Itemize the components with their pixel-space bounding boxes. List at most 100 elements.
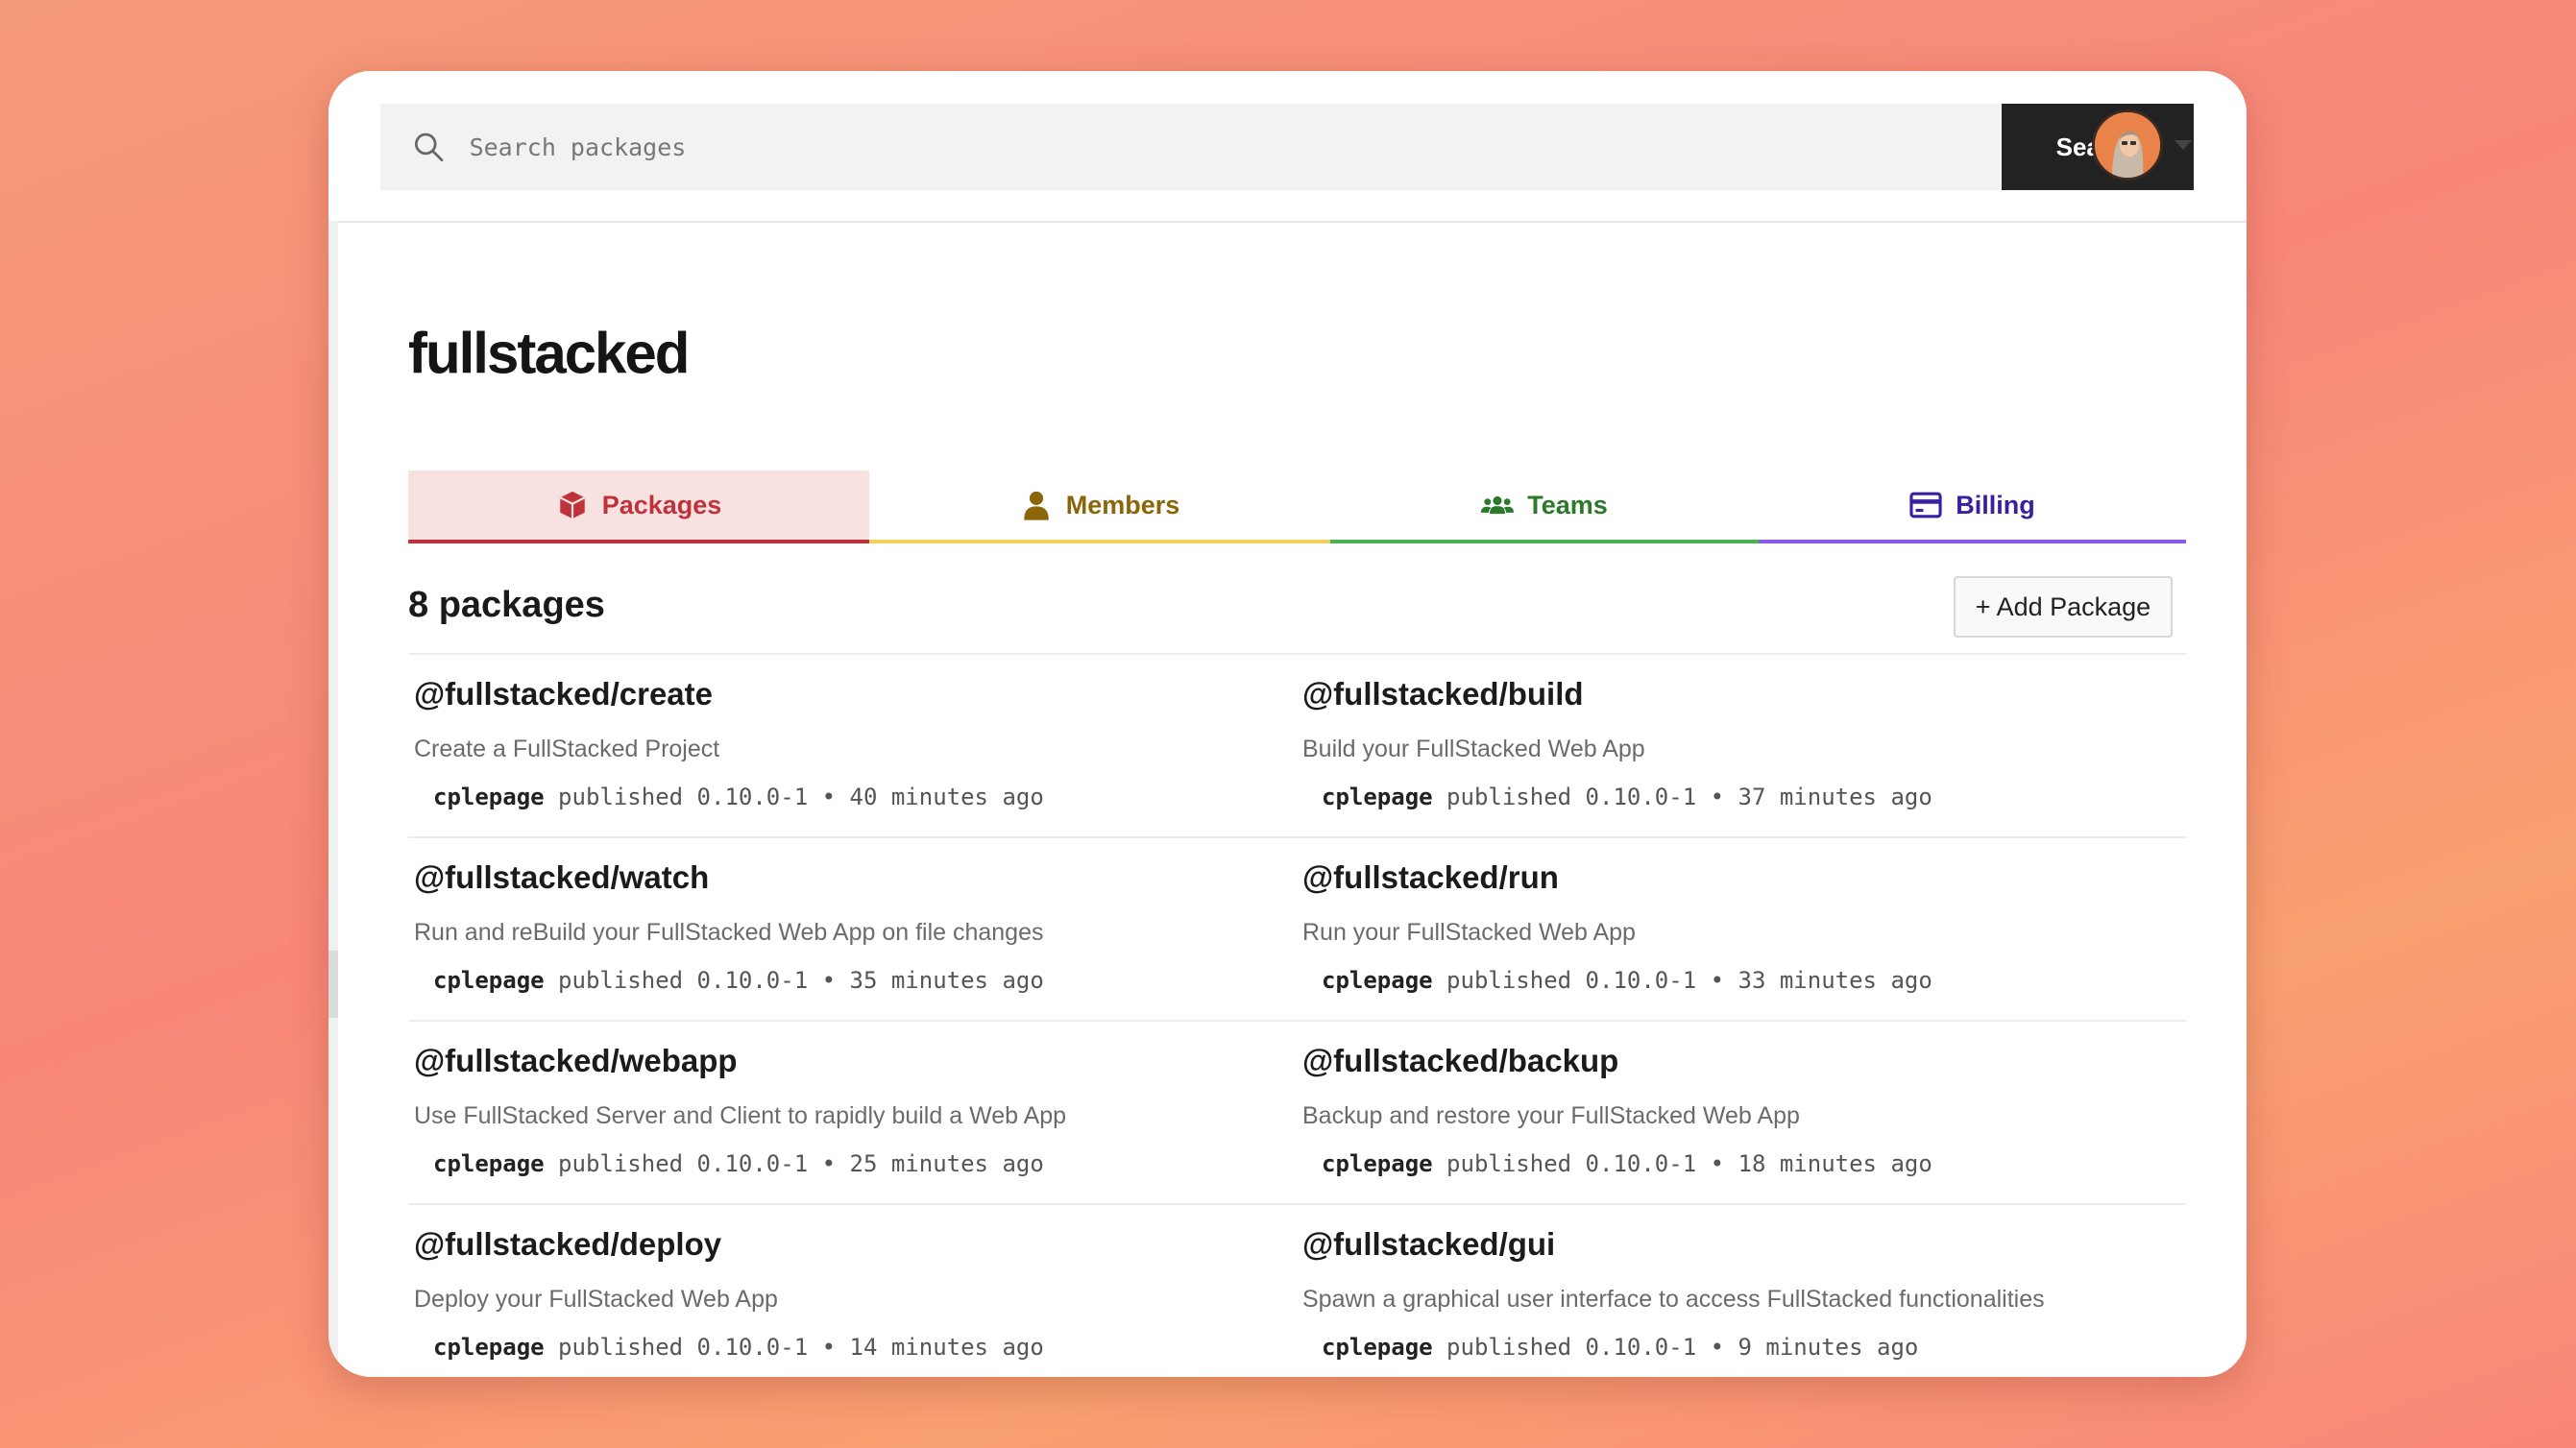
- package-version: 0.10.0-1: [696, 784, 809, 810]
- package-description: Create a FullStacked Project: [414, 736, 720, 762]
- box-icon: [559, 491, 585, 519]
- package-row: @fullstacked/create Create a FullStacked…: [408, 655, 2186, 838]
- search-icon: [414, 133, 444, 162]
- tab-members[interactable]: Members: [869, 471, 1330, 543]
- package-name[interactable]: @fullstacked/create: [414, 676, 713, 712]
- package-author: cplepage: [1322, 967, 1433, 994]
- package-action: published: [558, 1334, 684, 1361]
- user-menu[interactable]: [2092, 109, 2192, 181]
- package-meta: cplepage published 0.10.0-1 • 18 minutes…: [1322, 1150, 1932, 1177]
- package-meta: cplepage published 0.10.0-1 • 37 minutes…: [1322, 784, 1932, 810]
- package-name[interactable]: @fullstacked/deploy: [414, 1226, 721, 1263]
- package-time: 18 minutes ago: [1738, 1150, 1932, 1177]
- credit-card-icon: [1909, 492, 1942, 519]
- meta-separator: •: [821, 1334, 837, 1361]
- scrollbar-thumb[interactable]: [328, 951, 338, 1018]
- package-version: 0.10.0-1: [1585, 967, 1697, 994]
- package-action: published: [1446, 1150, 1572, 1177]
- package-time: 14 minutes ago: [849, 1334, 1044, 1361]
- package-action: published: [558, 784, 684, 810]
- package-author: cplepage: [1322, 1334, 1433, 1361]
- package-author: cplepage: [433, 1334, 545, 1361]
- package-name[interactable]: @fullstacked/gui: [1302, 1226, 1555, 1263]
- avatar[interactable]: [2092, 109, 2163, 181]
- package-time: 33 minutes ago: [1738, 967, 1932, 994]
- package-action: published: [558, 967, 684, 994]
- package-version: 0.10.0-1: [696, 967, 809, 994]
- package-card[interactable]: @fullstacked/backup Backup and restore y…: [1297, 1022, 2185, 1203]
- search-bar: Search: [380, 104, 2194, 190]
- meta-separator: •: [821, 784, 837, 810]
- page-title: fullstacked: [408, 321, 690, 386]
- package-name[interactable]: @fullstacked/build: [1302, 676, 1584, 712]
- package-card[interactable]: @fullstacked/gui Spawn a graphical user …: [1297, 1205, 2185, 1377]
- users-icon: [1481, 495, 1515, 515]
- package-time: 35 minutes ago: [849, 967, 1044, 994]
- tab-label: Teams: [1527, 490, 1608, 519]
- meta-separator: •: [821, 1150, 837, 1177]
- package-row: @fullstacked/watch Run and reBuild your …: [408, 838, 2186, 1022]
- app-window: Search fullstacked: [328, 71, 2247, 1377]
- user-icon: [1023, 491, 1049, 520]
- package-description: Deploy your FullStacked Web App: [414, 1286, 778, 1313]
- package-card[interactable]: @fullstacked/watch Run and reBuild your …: [408, 838, 1297, 1020]
- package-card[interactable]: @fullstacked/webapp Use FullStacked Serv…: [408, 1022, 1297, 1203]
- meta-separator: •: [1710, 1334, 1725, 1361]
- chevron-down-icon[interactable]: [2175, 140, 2192, 150]
- meta-separator: •: [1710, 784, 1725, 810]
- package-card[interactable]: @fullstacked/deploy Deploy your FullStac…: [408, 1205, 1297, 1377]
- package-description: Run and reBuild your FullStacked Web App…: [414, 919, 1044, 946]
- package-action: published: [558, 1150, 684, 1177]
- package-count: 8 packages: [408, 585, 605, 625]
- tab-teams[interactable]: Teams: [1330, 471, 1759, 543]
- package-author: cplepage: [1322, 1150, 1433, 1177]
- package-meta: cplepage published 0.10.0-1 • 14 minutes…: [433, 1334, 1044, 1361]
- tab-bar: Packages Members Teams Billing: [408, 471, 2186, 543]
- package-description: Backup and restore your FullStacked Web …: [1302, 1102, 1800, 1129]
- tab-billing[interactable]: Billing: [1759, 471, 2186, 543]
- tab-packages[interactable]: Packages: [408, 471, 869, 543]
- package-author: cplepage: [433, 784, 545, 810]
- package-action: published: [1446, 1334, 1572, 1361]
- package-name[interactable]: @fullstacked/webapp: [414, 1043, 738, 1079]
- meta-separator: •: [1710, 967, 1725, 994]
- package-description: Spawn a graphical user interface to acce…: [1302, 1286, 2045, 1313]
- package-card[interactable]: @fullstacked/run Run your FullStacked We…: [1297, 838, 2185, 1020]
- top-bar: Search: [328, 71, 2247, 223]
- package-author: cplepage: [1322, 784, 1433, 810]
- package-version: 0.10.0-1: [1585, 784, 1697, 810]
- search-field[interactable]: [380, 104, 2002, 190]
- avatar-image: [2095, 112, 2160, 178]
- search-input[interactable]: [467, 132, 2002, 162]
- package-list: @fullstacked/create Create a FullStacked…: [408, 653, 2186, 1377]
- package-action: published: [1446, 967, 1572, 994]
- package-name[interactable]: @fullstacked/watch: [414, 859, 709, 896]
- package-meta: cplepage published 0.10.0-1 • 33 minutes…: [1322, 967, 1932, 994]
- add-package-button[interactable]: + Add Package: [1954, 576, 2173, 638]
- package-card[interactable]: @fullstacked/create Create a FullStacked…: [408, 655, 1297, 836]
- package-author: cplepage: [433, 967, 545, 994]
- scrollbar[interactable]: [328, 221, 338, 1377]
- package-meta: cplepage published 0.10.0-1 • 35 minutes…: [433, 967, 1044, 994]
- package-description: Build your FullStacked Web App: [1302, 736, 1645, 762]
- package-meta: cplepage published 0.10.0-1 • 9 minutes …: [1322, 1334, 1918, 1361]
- packages-header: 8 packages + Add Package: [408, 576, 2186, 643]
- package-card[interactable]: @fullstacked/build Build your FullStacke…: [1297, 655, 2185, 836]
- package-time: 25 minutes ago: [849, 1150, 1044, 1177]
- package-time: 40 minutes ago: [849, 784, 1044, 810]
- package-time: 9 minutes ago: [1738, 1334, 1919, 1361]
- package-name[interactable]: @fullstacked/run: [1302, 859, 1559, 896]
- meta-separator: •: [1710, 1150, 1725, 1177]
- package-row: @fullstacked/deploy Deploy your FullStac…: [408, 1205, 2186, 1377]
- package-time: 37 minutes ago: [1738, 784, 1932, 810]
- tab-label: Billing: [1956, 490, 2035, 519]
- package-name[interactable]: @fullstacked/backup: [1302, 1043, 1618, 1079]
- meta-separator: •: [821, 967, 837, 994]
- package-row: @fullstacked/webapp Use FullStacked Serv…: [408, 1022, 2186, 1205]
- package-meta: cplepage published 0.10.0-1 • 25 minutes…: [433, 1150, 1044, 1177]
- package-description: Use FullStacked Server and Client to rap…: [414, 1102, 1067, 1129]
- package-version: 0.10.0-1: [696, 1150, 809, 1177]
- package-version: 0.10.0-1: [1585, 1150, 1697, 1177]
- package-version: 0.10.0-1: [696, 1334, 809, 1361]
- package-description: Run your FullStacked Web App: [1302, 919, 1636, 946]
